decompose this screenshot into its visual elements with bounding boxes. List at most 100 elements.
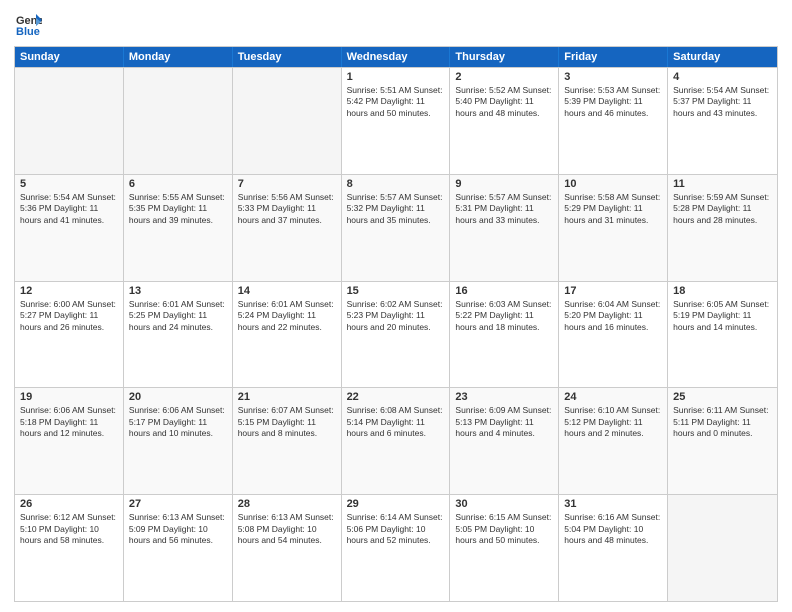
day-number: 2 [455,71,553,83]
empty-cell [124,68,233,174]
day-info: Sunrise: 6:11 AM Sunset: 5:11 PM Dayligh… [673,405,772,439]
calendar-row-2: 5Sunrise: 5:54 AM Sunset: 5:36 PM Daylig… [15,174,777,281]
day-number: 7 [238,178,336,190]
day-info: Sunrise: 5:53 AM Sunset: 5:39 PM Dayligh… [564,85,662,119]
day-number: 19 [20,391,118,403]
day-number: 30 [455,498,553,510]
calendar-row-5: 26Sunrise: 6:12 AM Sunset: 5:10 PM Dayli… [15,494,777,601]
calendar-row-1: 1Sunrise: 5:51 AM Sunset: 5:42 PM Daylig… [15,67,777,174]
day-cell-29: 29 Sunrise: 6:14 AM Sunset: 5:06 PM Dayli… [342,495,451,601]
svg-text:Blue: Blue [16,26,40,38]
day-cell-17: 17Sunrise: 6:04 AM Sunset: 5:20 PM Dayli… [559,282,668,388]
day-number: 17 [564,285,662,297]
day-info: Sunrise: 6:09 AM Sunset: 5:13 PM Dayligh… [455,405,553,439]
day-number: 5 [20,178,118,190]
day-number: 23 [455,391,553,403]
day-cell-4: 4 Sunrise: 5:54 AM Sunset: 5:37 PM Daylig… [668,68,777,174]
day-info: Sunrise: 5:57 AM Sunset: 5:31 PM Dayligh… [455,192,553,226]
day-info: Sunrise: 6:10 AM Sunset: 5:12 PM Dayligh… [564,405,662,439]
day-info: Sunrise: 6:07 AM Sunset: 5:15 PM Dayligh… [238,405,336,439]
header-day-saturday: Saturday [668,47,777,67]
day-number: 10 [564,178,662,190]
day-cell-20: 20 Sunrise: 6:06 AM Sunset: 5:17 PM Dayli… [124,388,233,494]
day-number: 25 [673,391,772,403]
day-number: 28 [238,498,336,510]
day-number: 18 [673,285,772,297]
day-cell-8: 8 Sunrise: 5:57 AM Sunset: 5:32 PM Daylig… [342,175,451,281]
day-cell-24: 24 Sunrise: 6:10 AM Sunset: 5:12 PM Dayli… [559,388,668,494]
day-number: 29 [347,498,445,510]
day-cell-25: 25 Sunrise: 6:11 AM Sunset: 5:11 PM Dayli… [668,388,777,494]
day-cell-31: 31Sunrise: 6:16 AM Sunset: 5:04 PM Dayli… [559,495,668,601]
day-number: 11 [673,178,772,190]
day-info: Sunrise: 5:56 AM Sunset: 5:33 PM Dayligh… [238,192,336,226]
day-number: 31 [564,498,662,510]
day-info: Sunrise: 6:03 AM Sunset: 5:22 PM Dayligh… [455,299,553,333]
day-info: Sunrise: 5:55 AM Sunset: 5:35 PM Dayligh… [129,192,227,226]
day-info: Sunrise: 6:00 AM Sunset: 5:27 PM Dayligh… [20,299,118,333]
header-day-tuesday: Tuesday [233,47,342,67]
day-cell-11: 11 Sunrise: 5:59 AM Sunset: 5:28 PM Dayli… [668,175,777,281]
day-info: Sunrise: 6:13 AM Sunset: 5:09 PM Dayligh… [129,512,227,546]
day-info: Sunrise: 6:05 AM Sunset: 5:19 PM Dayligh… [673,299,772,333]
header-day-wednesday: Wednesday [342,47,451,67]
header: General Blue [14,10,778,38]
day-cell-14: 14 Sunrise: 6:01 AM Sunset: 5:24 PM Dayli… [233,282,342,388]
day-cell-7: 7 Sunrise: 5:56 AM Sunset: 5:33 PM Daylig… [233,175,342,281]
day-info: Sunrise: 5:54 AM Sunset: 5:37 PM Dayligh… [673,85,772,119]
day-cell-12: 12Sunrise: 6:00 AM Sunset: 5:27 PM Dayli… [15,282,124,388]
calendar-body: 1Sunrise: 5:51 AM Sunset: 5:42 PM Daylig… [15,67,777,601]
day-cell-5: 5Sunrise: 5:54 AM Sunset: 5:36 PM Daylig… [15,175,124,281]
day-cell-18: 18 Sunrise: 6:05 AM Sunset: 5:19 PM Dayli… [668,282,777,388]
day-number: 13 [129,285,227,297]
day-info: Sunrise: 5:59 AM Sunset: 5:28 PM Dayligh… [673,192,772,226]
logo: General Blue [14,10,46,38]
day-cell-23: 23 Sunrise: 6:09 AM Sunset: 5:13 PM Dayli… [450,388,559,494]
calendar-row-4: 19 Sunrise: 6:06 AM Sunset: 5:18 PM Dayli… [15,387,777,494]
header-day-thursday: Thursday [450,47,559,67]
header-day-friday: Friday [559,47,668,67]
day-number: 4 [673,71,772,83]
day-number: 16 [455,285,553,297]
day-info: Sunrise: 6:06 AM Sunset: 5:18 PM Dayligh… [20,405,118,439]
day-cell-10: 10 Sunrise: 5:58 AM Sunset: 5:29 PM Dayli… [559,175,668,281]
day-cell-28: 28 Sunrise: 6:13 AM Sunset: 5:08 PM Dayli… [233,495,342,601]
day-cell-15: 15Sunrise: 6:02 AM Sunset: 5:23 PM Dayli… [342,282,451,388]
day-info: Sunrise: 6:08 AM Sunset: 5:14 PM Dayligh… [347,405,445,439]
day-info: Sunrise: 5:58 AM Sunset: 5:29 PM Dayligh… [564,192,662,226]
day-cell-9: 9 Sunrise: 5:57 AM Sunset: 5:31 PM Daylig… [450,175,559,281]
day-cell-19: 19 Sunrise: 6:06 AM Sunset: 5:18 PM Dayli… [15,388,124,494]
header-day-sunday: Sunday [15,47,124,67]
day-info: Sunrise: 5:57 AM Sunset: 5:32 PM Dayligh… [347,192,445,226]
day-cell-27: 27 Sunrise: 6:13 AM Sunset: 5:09 PM Dayli… [124,495,233,601]
calendar-row-3: 12Sunrise: 6:00 AM Sunset: 5:27 PM Dayli… [15,281,777,388]
day-number: 20 [129,391,227,403]
page: General Blue SundayMondayTuesdayWednesda… [0,0,792,612]
day-info: Sunrise: 6:14 AM Sunset: 5:06 PM Dayligh… [347,512,445,546]
day-cell-2: 2 Sunrise: 5:52 AM Sunset: 5:40 PM Daylig… [450,68,559,174]
day-number: 15 [347,285,445,297]
day-info: Sunrise: 6:13 AM Sunset: 5:08 PM Dayligh… [238,512,336,546]
header-day-monday: Monday [124,47,233,67]
empty-cell [668,495,777,601]
day-info: Sunrise: 6:12 AM Sunset: 5:10 PM Dayligh… [20,512,118,546]
calendar: SundayMondayTuesdayWednesdayThursdayFrid… [14,46,778,602]
day-number: 27 [129,498,227,510]
calendar-header: SundayMondayTuesdayWednesdayThursdayFrid… [15,47,777,67]
day-cell-16: 16 Sunrise: 6:03 AM Sunset: 5:22 PM Dayli… [450,282,559,388]
day-number: 6 [129,178,227,190]
day-cell-13: 13Sunrise: 6:01 AM Sunset: 5:25 PM Dayli… [124,282,233,388]
day-number: 9 [455,178,553,190]
day-number: 8 [347,178,445,190]
day-number: 24 [564,391,662,403]
day-number: 1 [347,71,445,83]
day-info: Sunrise: 5:52 AM Sunset: 5:40 PM Dayligh… [455,85,553,119]
day-number: 14 [238,285,336,297]
day-info: Sunrise: 6:06 AM Sunset: 5:17 PM Dayligh… [129,405,227,439]
empty-cell [15,68,124,174]
day-cell-1: 1Sunrise: 5:51 AM Sunset: 5:42 PM Daylig… [342,68,451,174]
logo-icon: General Blue [14,10,42,38]
day-info: Sunrise: 6:01 AM Sunset: 5:24 PM Dayligh… [238,299,336,333]
day-number: 22 [347,391,445,403]
day-cell-26: 26Sunrise: 6:12 AM Sunset: 5:10 PM Dayli… [15,495,124,601]
